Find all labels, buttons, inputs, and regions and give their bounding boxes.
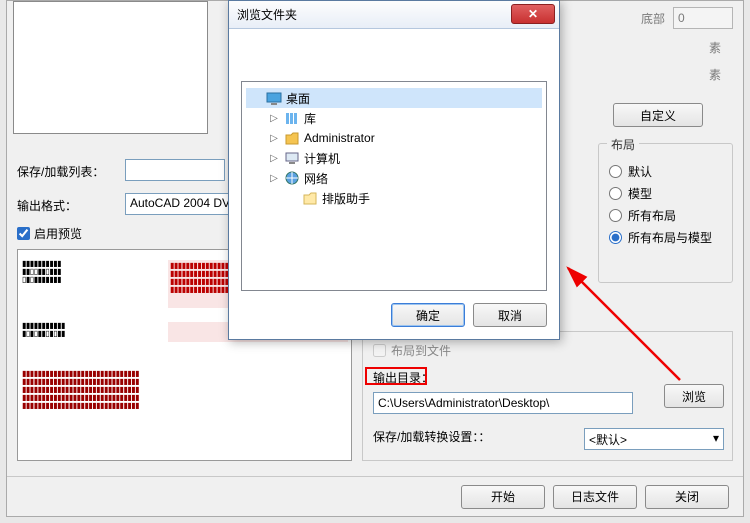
layout-group: 布局 默认模型所有布局所有布局与模型	[598, 143, 733, 283]
bottom-bar: 开始 日志文件 关闭	[7, 476, 743, 516]
tree-expander-icon[interactable]: ▷	[268, 152, 280, 164]
tree-item-Administrator[interactable]: ▷ Administrator	[246, 128, 542, 148]
lib-icon	[284, 110, 300, 126]
layout-group-title: 布局	[607, 136, 639, 153]
computer-icon	[284, 150, 300, 166]
tree-item-label: 库	[304, 110, 316, 127]
layout-radio-input-1[interactable]	[609, 187, 622, 200]
tree-item-网络[interactable]: ▷ 网络	[246, 168, 542, 188]
tree-item-label: 计算机	[304, 150, 340, 167]
layout-radio-input-2[interactable]	[609, 209, 622, 222]
tree-item-库[interactable]: ▷库	[246, 108, 542, 128]
layout-to-file-label: 布局到文件	[391, 342, 451, 359]
layout-to-file-input	[373, 344, 386, 357]
layout-radio-label: 模型	[628, 185, 652, 202]
output-dir-input[interactable]	[373, 392, 633, 414]
folder-icon	[302, 190, 318, 206]
bottom-input[interactable]	[673, 7, 733, 29]
close-button[interactable]: 关闭	[645, 485, 729, 509]
layout-radio-label: 默认	[628, 163, 652, 180]
output-format-label: 输出格式：	[17, 197, 77, 214]
layout-radio-label: 所有布局	[628, 207, 676, 224]
enable-preview-label: 启用预览	[34, 225, 82, 242]
tree-item-计算机[interactable]: ▷ 计算机	[246, 148, 542, 168]
bottom-label: 底部	[641, 10, 665, 27]
tree-item-label: Administrator	[304, 131, 375, 145]
layout-radio-label: 所有布局与模型	[628, 229, 712, 246]
layout-radio-input-3[interactable]	[609, 231, 622, 244]
browse-button[interactable]: 浏览	[664, 384, 724, 408]
layout-radio-3[interactable]: 所有布局与模型	[609, 229, 722, 246]
output-group: 布局到文件 输出目录： 浏览 保存/加载转换设置：： <默认> ▾	[362, 331, 733, 461]
tree-item-排版助手[interactable]: 排版助手	[246, 188, 542, 208]
save-convert-select[interactable]: <默认> ▾	[584, 428, 724, 450]
dialog-titlebar[interactable]: 浏览文件夹 ✕	[229, 1, 559, 29]
thumbnail-box	[13, 1, 208, 134]
dialog-cancel-button[interactable]: 取消	[473, 303, 547, 327]
layout-to-file-checkbox[interactable]: 布局到文件	[373, 342, 722, 359]
close-icon: ✕	[528, 7, 538, 21]
custom-button[interactable]: 自定义	[613, 103, 703, 127]
start-button[interactable]: 开始	[461, 485, 545, 509]
dialog-title: 浏览文件夹	[237, 6, 297, 23]
tree-expander-icon[interactable]: ▷	[268, 132, 280, 144]
tree-expander-icon[interactable]: ▷	[268, 112, 280, 124]
desktop-icon	[266, 90, 282, 106]
tree-item-桌面[interactable]: 桌面	[246, 88, 542, 108]
user-icon	[284, 130, 300, 146]
tree-item-label: 排版助手	[322, 190, 370, 207]
enable-preview-checkbox[interactable]: 启用预览	[17, 225, 82, 242]
save-load-label: 保存/加载列表：	[17, 163, 104, 180]
tree-expander-icon	[286, 192, 298, 204]
unit-label-2: 素	[709, 66, 733, 83]
tree-item-label: 桌面	[286, 90, 310, 107]
dialog-close-button[interactable]: ✕	[511, 4, 555, 24]
save-load-input[interactable]	[125, 159, 225, 181]
layout-radio-0[interactable]: 默认	[609, 163, 722, 180]
layout-radio-1[interactable]: 模型	[609, 185, 722, 202]
log-button[interactable]: 日志文件	[553, 485, 637, 509]
dialog-ok-button[interactable]: 确定	[391, 303, 465, 327]
tree-expander-icon[interactable]: ▷	[268, 172, 280, 184]
folder-tree-container: 桌面▷库▷Administrator▷计算机▷网络排版助手	[241, 81, 547, 291]
net-icon	[284, 170, 300, 186]
layout-radio-2[interactable]: 所有布局	[609, 207, 722, 224]
browse-folder-dialog: 浏览文件夹 ✕ 桌面▷库▷Administrator▷计算机▷网络排版助手 确定…	[228, 0, 560, 340]
tree-expander-icon	[250, 92, 262, 104]
right-top-panel: 底部 素 素	[641, 7, 733, 93]
unit-label-1: 素	[709, 39, 733, 56]
folder-tree[interactable]: 桌面▷库▷Administrator▷计算机▷网络排版助手	[242, 82, 546, 214]
tree-item-label: 网络	[304, 170, 328, 187]
enable-preview-input[interactable]	[17, 227, 30, 240]
layout-radio-input-0[interactable]	[609, 165, 622, 178]
